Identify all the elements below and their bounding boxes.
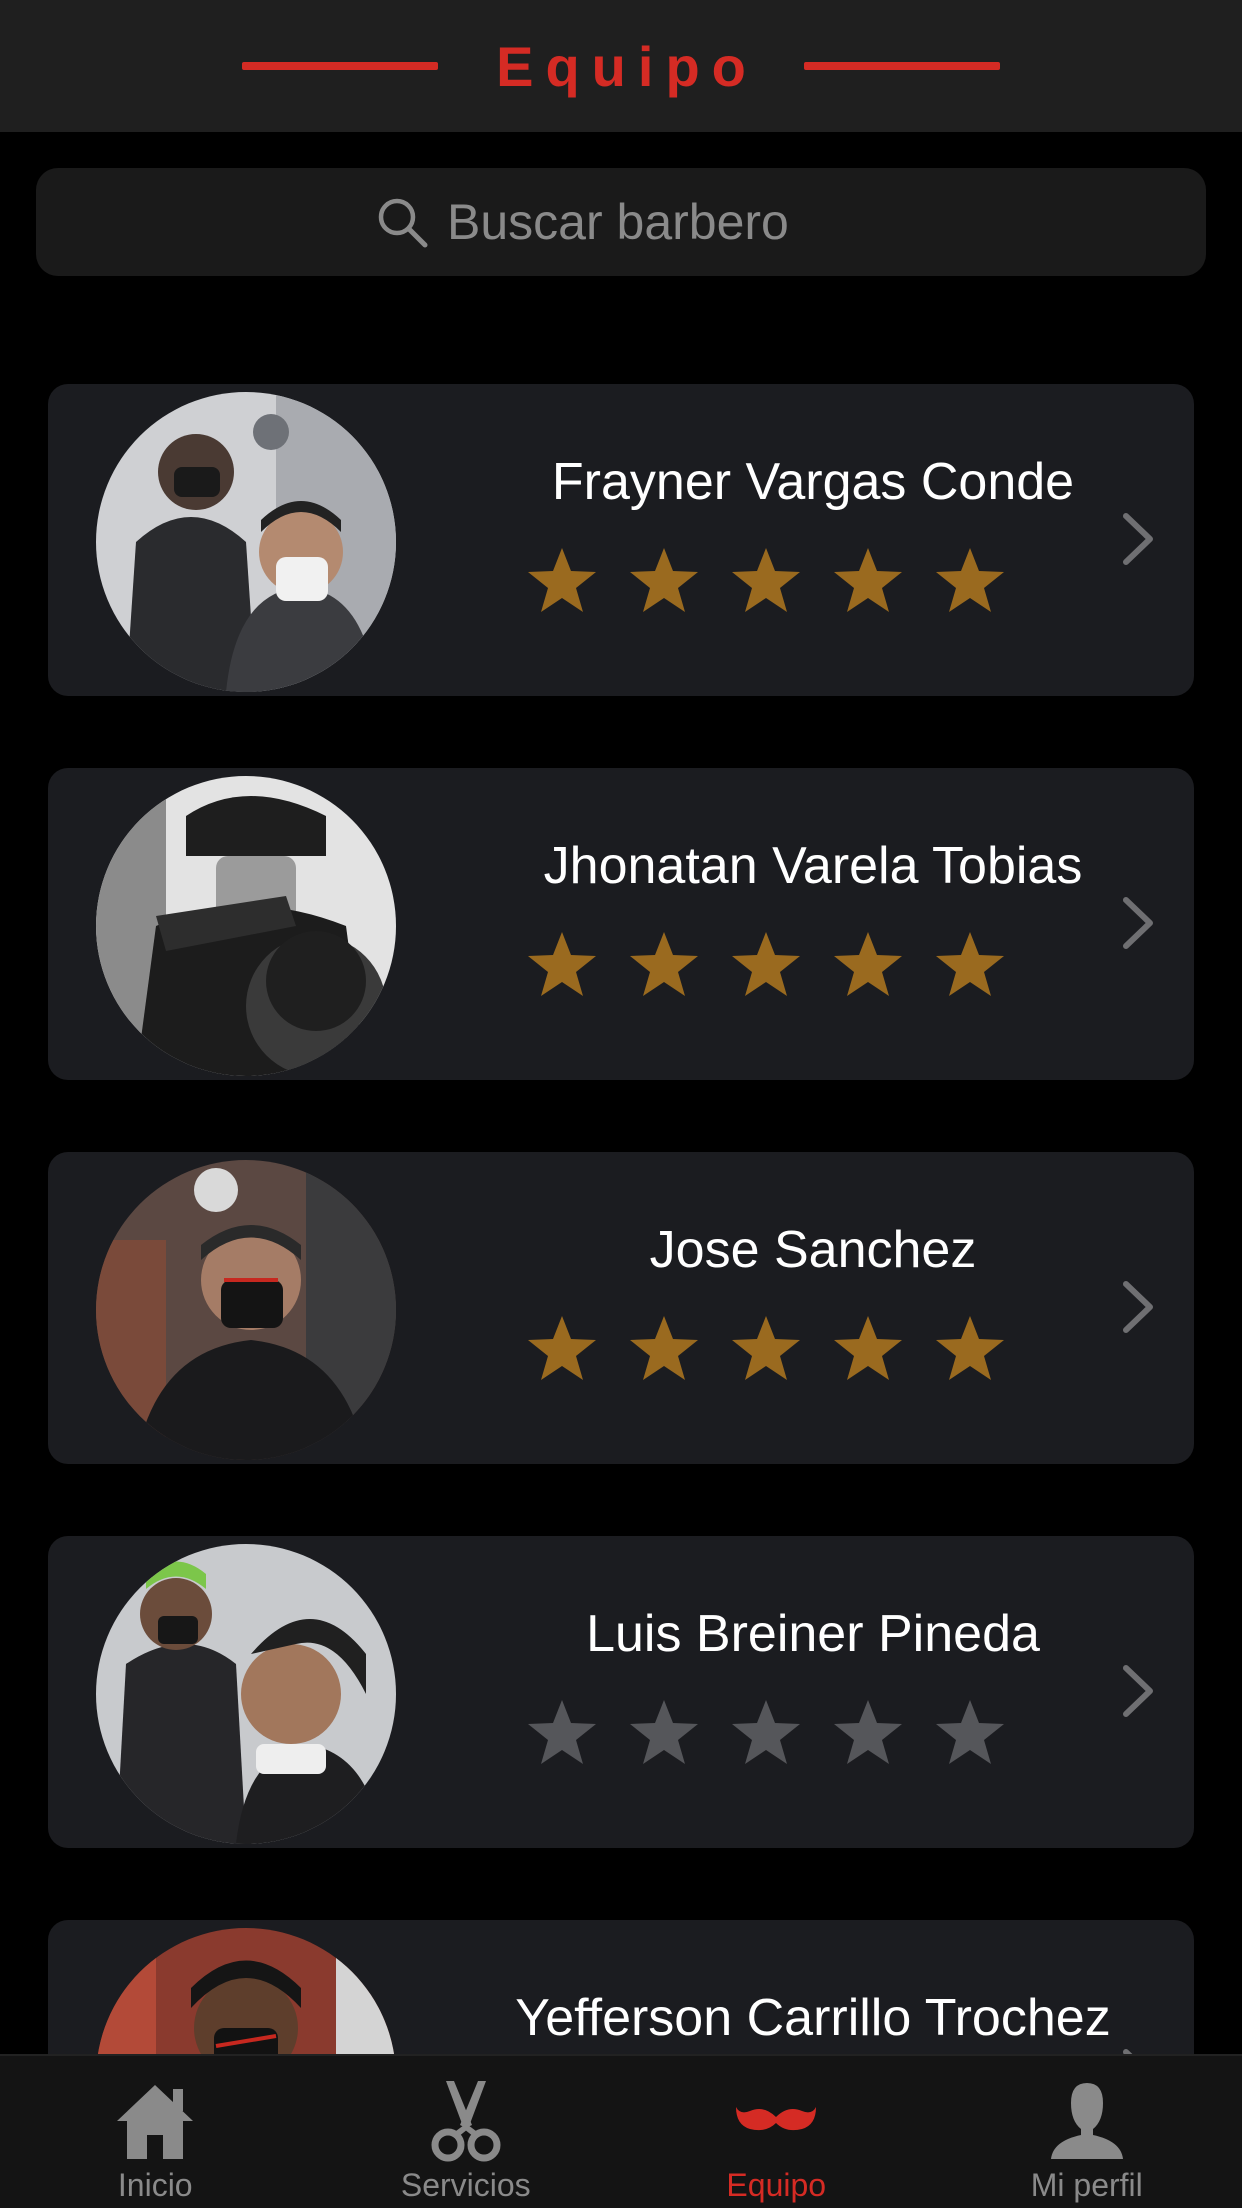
nav-label: Inicio: [117, 2167, 193, 2203]
rating-stars: [526, 1696, 1006, 1766]
barber-name: Yefferson Carrillo Trochez: [515, 1989, 1111, 2047]
home-icon: [117, 2085, 194, 2159]
star-empty-icon: [834, 1700, 902, 1764]
star-filled-icon: [528, 548, 596, 612]
nav-item-mi-perfil[interactable]: Mi perfil: [932, 2056, 1242, 2208]
user-icon: [1050, 2083, 1123, 2159]
bottom-nav: Inicio Servicios Equipo Mi perfil: [0, 2054, 1242, 2208]
avatar: [96, 1160, 396, 1460]
header-right-line: [803, 62, 1000, 70]
chevron-right-icon: [1123, 1281, 1153, 1333]
avatar: [96, 776, 396, 1076]
rating-stars: [526, 928, 1006, 998]
star-filled-icon: [528, 1316, 596, 1380]
star-filled-icon: [834, 1316, 902, 1380]
star-filled-icon: [936, 548, 1004, 612]
barber-card[interactable]: Jose Sanchez: [48, 1152, 1194, 1464]
nav-item-equipo[interactable]: Equipo: [621, 2056, 932, 2208]
star-filled-icon: [732, 932, 800, 996]
star-filled-icon: [834, 932, 902, 996]
mustache-icon: [736, 2107, 817, 2131]
page-title: Equipo: [496, 34, 758, 98]
star-filled-icon: [732, 548, 800, 612]
nav-item-inicio[interactable]: Inicio: [0, 2056, 311, 2208]
avatar: [96, 392, 396, 692]
star-filled-icon: [630, 548, 698, 612]
nav-item-servicios[interactable]: Servicios: [311, 2056, 622, 2208]
rating-stars: [526, 544, 1006, 614]
star-empty-icon: [528, 1700, 596, 1764]
nav-label: Mi perfil: [1030, 2167, 1143, 2203]
header-left-line: [242, 62, 439, 70]
nav-label: Servicios: [400, 2167, 531, 2203]
star-filled-icon: [834, 548, 902, 612]
chevron-right-icon: [1123, 897, 1153, 949]
app-screen: Equipo Buscar barbero Frayner Vargas Con…: [0, 0, 1242, 2208]
search-bar[interactable]: [36, 168, 1206, 276]
barber-name: Jose Sanchez: [649, 1221, 977, 1279]
avatar: [96, 1544, 396, 1844]
star-filled-icon: [936, 932, 1004, 996]
star-empty-icon: [936, 1700, 1004, 1764]
search-input[interactable]: [447, 193, 867, 251]
chevron-right-icon: [1123, 513, 1153, 565]
star-empty-icon: [732, 1700, 800, 1764]
scissors-icon: [431, 2081, 501, 2162]
nav-label: Equipo: [726, 2167, 827, 2203]
star-filled-icon: [630, 1316, 698, 1380]
star-filled-icon: [936, 1316, 1004, 1380]
barber-name: Jhonatan Varela Tobias: [543, 837, 1083, 895]
star-empty-icon: [630, 1700, 698, 1764]
barber-name: Luis Breiner Pineda: [586, 1605, 1040, 1663]
star-filled-icon: [528, 932, 596, 996]
barber-card[interactable]: Frayner Vargas Conde: [48, 384, 1194, 696]
star-filled-icon: [732, 1316, 800, 1380]
barber-card[interactable]: Jhonatan Varela Tobias: [48, 768, 1194, 1080]
search-icon: [378, 198, 428, 248]
star-filled-icon: [630, 932, 698, 996]
barber-card[interactable]: Luis Breiner Pineda: [48, 1536, 1194, 1848]
barber-name: Frayner Vargas Conde: [551, 453, 1075, 511]
rating-stars: [526, 1312, 1006, 1382]
header: Equipo: [0, 0, 1242, 132]
chevron-right-icon: [1123, 1665, 1153, 1717]
